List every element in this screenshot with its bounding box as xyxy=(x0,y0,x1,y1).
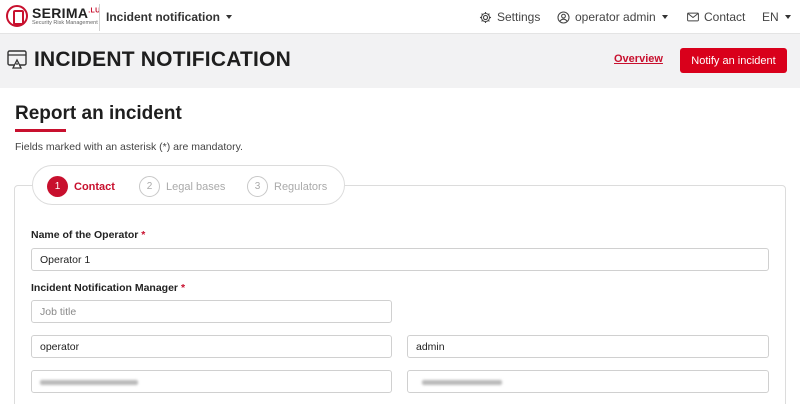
language-label: EN xyxy=(762,10,779,24)
user-menu[interactable]: operator admin xyxy=(557,10,668,24)
step-label: Legal bases xyxy=(166,180,226,193)
required-mark: * xyxy=(180,282,186,294)
first-name-input[interactable] xyxy=(31,335,392,358)
required-mark: * xyxy=(141,229,146,241)
gear-icon xyxy=(479,11,492,23)
caret-down-icon xyxy=(661,15,668,19)
logo-subtitle: Security Risk Management xyxy=(32,19,98,26)
step-label: Contact xyxy=(74,180,115,193)
wizard-stepper: 1 Contact 2 Legal bases 3 Regulators xyxy=(32,165,345,205)
mandatory-note: Fields marked with an asterisk (*) are m… xyxy=(15,141,243,153)
step-contact[interactable]: 1 Contact xyxy=(47,176,115,197)
step-legal-bases[interactable]: 2 Legal bases xyxy=(139,176,225,197)
serima-logo[interactable]: SERIMA.LU Security Risk Management xyxy=(6,5,100,27)
settings-link[interactable]: Settings xyxy=(479,10,540,24)
page-header: INCIDENT NOTIFICATION Overview Notify an… xyxy=(0,34,800,88)
user-circle-icon xyxy=(557,10,570,24)
contact-link[interactable]: Contact xyxy=(687,10,745,24)
phone-input[interactable] xyxy=(407,370,769,393)
envelope-icon xyxy=(687,12,699,22)
nav-divider xyxy=(99,4,100,31)
step-number: 2 xyxy=(139,176,160,197)
settings-label: Settings xyxy=(497,10,541,24)
language-dropdown[interactable]: EN xyxy=(762,10,791,24)
last-name-input[interactable] xyxy=(407,335,769,358)
top-navbar: SERIMA.LU Security Risk Management Incid… xyxy=(0,0,800,34)
step-regulators[interactable]: 3 Regulators xyxy=(247,176,327,197)
step-number: 1 xyxy=(47,176,68,197)
section-title: Report an incident xyxy=(15,103,182,124)
serima-logo-icon xyxy=(6,5,28,27)
operator-name-label: Name of the Operator * xyxy=(31,229,146,241)
caret-down-icon xyxy=(226,15,232,19)
module-dropdown[interactable]: Incident notification xyxy=(106,10,232,24)
redacted-phone xyxy=(422,380,502,385)
step-label: Regulators xyxy=(274,180,328,193)
module-dropdown-label: Incident notification xyxy=(106,10,220,24)
notify-incident-button[interactable]: Notify an incident xyxy=(680,48,787,73)
redacted-email xyxy=(40,380,138,385)
overview-link[interactable]: Overview xyxy=(614,53,663,65)
logo-name: SERIMA xyxy=(32,4,89,21)
operator-name-input[interactable] xyxy=(31,248,769,271)
job-title-input[interactable] xyxy=(31,300,392,323)
user-menu-label: operator admin xyxy=(575,10,656,24)
contact-label: Contact xyxy=(704,10,746,24)
notification-manager-label: Incident Notification Manager * xyxy=(31,282,186,294)
email-input[interactable] xyxy=(31,370,392,393)
page-title: INCIDENT NOTIFICATION xyxy=(34,48,291,71)
incident-notification-icon xyxy=(7,50,27,69)
step-number: 3 xyxy=(247,176,268,197)
caret-down-icon xyxy=(784,15,791,19)
title-underline xyxy=(15,129,66,132)
